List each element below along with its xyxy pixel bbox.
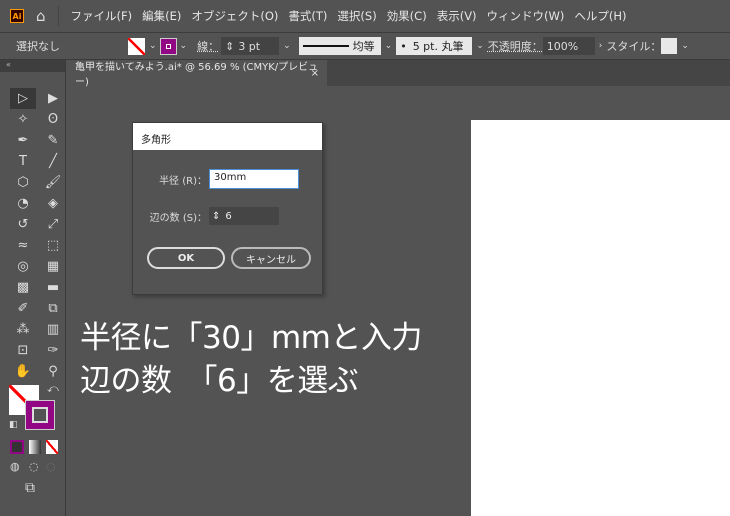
selection-tool-icon[interactable]: ▷	[10, 88, 36, 109]
line-preview	[302, 45, 349, 47]
menu-effect[interactable]: 効果(C)	[387, 8, 427, 24]
default-colors-icon[interactable]: ◧	[9, 420, 18, 430]
type-tool-icon[interactable]: T	[10, 151, 36, 172]
menu-type[interactable]: 書式(T)	[288, 8, 327, 24]
brush-value: 5 pt. 丸筆	[412, 40, 464, 53]
menu-file[interactable]: ファイル(F)	[71, 8, 133, 24]
menu-window[interactable]: ウィンドウ(W)	[487, 8, 565, 24]
sides-stepper[interactable]: ⇕ 6	[209, 207, 279, 225]
radius-label: 半径 (R)：	[159, 175, 207, 187]
pen-tool-icon[interactable]: ✒	[10, 130, 36, 151]
opacity-label: 不透明度：	[487, 40, 543, 53]
stroke-label: 線：	[197, 40, 220, 53]
stroke-color-swatch[interactable]	[25, 400, 55, 430]
polygon-dialog: 多角形 半径 (R)： 30mm 辺の数 (S)： ⇕ 6 OK キャンセル	[132, 122, 323, 295]
chevron-down-icon[interactable]: ⌄	[385, 41, 393, 51]
gradient-tool-icon[interactable]: ▬	[40, 277, 66, 298]
spinner-icon[interactable]: ⇕	[225, 40, 234, 53]
zoom-tool-icon[interactable]: ⚲	[40, 361, 66, 382]
direct-selection-tool-icon[interactable]: ▶	[40, 88, 66, 109]
warp-tool-icon[interactable]: ≈	[10, 235, 36, 256]
menu-select[interactable]: 選択(S)	[337, 8, 376, 24]
color-mode-icon[interactable]	[10, 440, 24, 454]
sides-label: 辺の数 (S)：	[149, 212, 207, 224]
instruction-caption-line1: 半径に「30」mmと入力	[80, 320, 422, 356]
chevron-right-icon[interactable]: ›	[599, 41, 603, 51]
line-style-select[interactable]: 均等	[298, 37, 381, 55]
divider	[57, 6, 59, 26]
eyedropper-tool-icon[interactable]: ✐	[10, 298, 36, 319]
menu-object[interactable]: オブジェクト(O)	[191, 8, 278, 24]
fill-swatch[interactable]	[128, 37, 145, 55]
spinner-icon[interactable]: ⇕	[212, 211, 220, 222]
blend-tool-icon[interactable]: ⧉	[40, 298, 66, 319]
style-label: スタイル：	[606, 40, 662, 53]
artboard-tool-icon[interactable]: ⊡	[10, 340, 36, 361]
radius-input[interactable]: 30mm	[209, 169, 299, 189]
brush-select[interactable]: • 5 pt. 丸筆	[396, 37, 473, 55]
cancel-button[interactable]: キャンセル	[231, 247, 311, 269]
slice-tool-icon[interactable]: ✑	[40, 340, 66, 361]
control-bar: 選択なし ⌄ ⌄ 線： ⇕ 3 pt ⌄ 均等 ⌄ • 5 pt. 丸筆 ⌄ 不透明…	[0, 33, 730, 60]
gradient-mode-icon[interactable]	[29, 440, 41, 454]
draw-inside-icon[interactable]: ◌	[46, 460, 56, 473]
curvature-tool-icon[interactable]: ✎	[40, 130, 66, 151]
opacity-input[interactable]: 100%	[542, 37, 595, 55]
instruction-caption-line2: 辺の数 「6」を選ぶ	[80, 363, 359, 399]
swap-colors-icon[interactable]: ⤺	[47, 382, 59, 396]
menu-view[interactable]: 表示(V)	[437, 8, 477, 24]
collapse-icon[interactable]: «	[0, 60, 65, 72]
column-graph-tool-icon[interactable]: ▥	[40, 319, 66, 340]
scale-tool-icon[interactable]: ⤢	[40, 214, 66, 235]
stroke-weight-value: 3 pt	[238, 39, 261, 53]
rotate-tool-icon[interactable]: ↺	[10, 214, 36, 235]
close-icon[interactable]: ×	[311, 68, 319, 79]
paintbrush-tool-icon[interactable]: 🖌	[40, 172, 66, 193]
free-transform-tool-icon[interactable]: ⬚	[40, 235, 66, 256]
stroke-swatch[interactable]	[159, 37, 177, 55]
mesh-tool-icon[interactable]: ▩	[10, 277, 36, 298]
eraser-tool-icon[interactable]: ◈	[40, 193, 66, 214]
style-swatch[interactable]	[661, 38, 678, 54]
lasso-tool-icon[interactable]: ʘ	[40, 109, 66, 130]
menu-edit[interactable]: 編集(E)	[142, 8, 181, 24]
draw-behind-icon[interactable]: ◌	[29, 460, 39, 473]
shape-builder-tool-icon[interactable]: ◎	[10, 256, 36, 277]
menu-bar: Ai ⌂ ファイル(F) 編集(E) オブジェクト(O) 書式(T) 選択(S)…	[0, 0, 730, 33]
app-logo: Ai	[10, 9, 24, 23]
line-tool-icon[interactable]: ╱	[40, 151, 66, 172]
document-tab-title: 亀甲を描いてみよう.ai* @ 56.69 % (CMYK/プレビュー)	[75, 62, 319, 88]
none-mode-icon[interactable]	[46, 440, 58, 454]
ok-button[interactable]: OK	[147, 247, 225, 269]
chevron-down-icon[interactable]: ⌄	[681, 41, 689, 51]
symbol-sprayer-tool-icon[interactable]: ⁂	[10, 319, 36, 340]
magic-wand-tool-icon[interactable]: ✧	[10, 109, 36, 130]
polygon-tool-icon[interactable]: ⬡	[10, 172, 36, 193]
line-style-value: 均等	[352, 40, 375, 53]
stroke-weight-input[interactable]: ⇕ 3 pt	[221, 37, 280, 55]
screen-mode-icon[interactable]: ⧉	[25, 480, 35, 496]
hand-tool-icon[interactable]: ✋	[10, 361, 36, 382]
draw-normal-icon[interactable]: ◍	[10, 460, 20, 473]
document-tab-bar: 亀甲を描いてみよう.ai* @ 56.69 % (CMYK/プレビュー) ×	[67, 60, 730, 88]
shaper-tool-icon[interactable]: ◔	[10, 193, 36, 214]
document-tab[interactable]: 亀甲を描いてみよう.ai* @ 56.69 % (CMYK/プレビュー) ×	[67, 60, 327, 88]
chevron-down-icon[interactable]: ⌄	[476, 41, 484, 51]
chevron-down-icon[interactable]: ⌄	[180, 41, 188, 51]
selection-status: 選択なし	[16, 40, 60, 53]
perspective-grid-tool-icon[interactable]: ▦	[40, 256, 66, 277]
chevron-down-icon[interactable]: ⌄	[283, 41, 291, 51]
tools-panel: « ▷ ▶ ✧ ʘ ✒ ✎ T ╱ ⬡ 🖌 ◔ ◈ ↺ ⤢ ≈ ⬚ ◎ ▦ ▩ …	[0, 60, 66, 516]
brush-dot-icon: •	[400, 39, 407, 53]
sides-value: 6	[225, 210, 232, 222]
home-icon[interactable]: ⌂	[36, 7, 46, 25]
menu-help[interactable]: ヘルプ(H)	[574, 8, 626, 24]
chevron-down-icon[interactable]: ⌄	[149, 41, 157, 51]
artboard[interactable]	[471, 120, 730, 516]
dialog-title: 多角形	[133, 123, 322, 150]
